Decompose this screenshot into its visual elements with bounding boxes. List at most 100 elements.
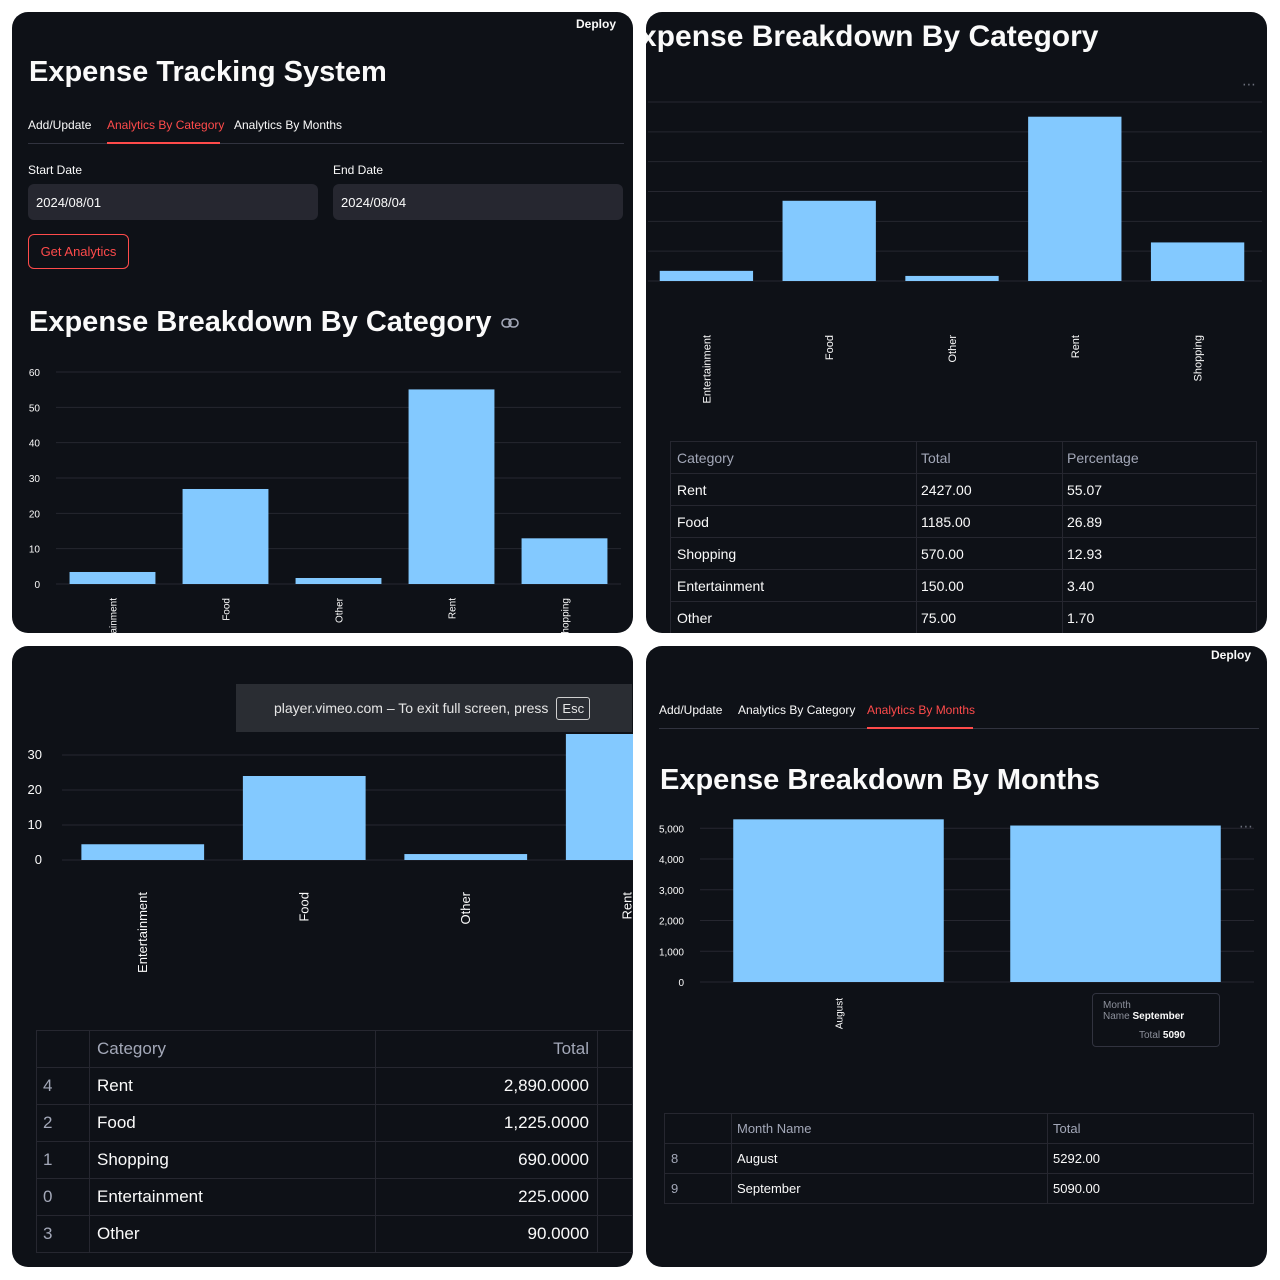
y-tick-label: 0 <box>35 852 42 867</box>
bar-rent[interactable] <box>565 734 633 860</box>
tab-analytics-by-category[interactable]: Analytics By Category <box>107 118 224 132</box>
cell-category: Other <box>89 1215 376 1253</box>
start-date-label: Start Date <box>28 163 83 177</box>
cell-spacer <box>597 1104 633 1142</box>
column-header-month-name[interactable]: Month Name <box>731 1113 1048 1144</box>
y-tick-label: 0 <box>678 978 684 989</box>
bar-other[interactable] <box>295 577 382 584</box>
table-row[interactable]: Shopping 570.00 12.93 <box>670 537 1257 570</box>
table-row[interactable]: 8 August 5292.00 <box>664 1143 1254 1174</box>
y-tick-label: 30 <box>29 474 41 485</box>
cell-index: 8 <box>664 1143 732 1174</box>
category-total-table: Category Total 4 Rent 2,890.0000 2 Food … <box>36 1030 633 1253</box>
bar-entertainment[interactable] <box>69 571 156 584</box>
table-row[interactable]: Entertainment 150.00 3.40 <box>670 569 1257 602</box>
table-row[interactable]: 2 Food 1,225.0000 <box>36 1104 633 1142</box>
column-header-category[interactable]: Category <box>670 441 917 474</box>
bar-food[interactable] <box>182 488 269 584</box>
bar-septe[interactable] <box>1010 825 1221 982</box>
cell-total: 150.00 <box>916 569 1063 602</box>
table-row[interactable]: 4 Rent 2,890.0000 <box>36 1067 633 1105</box>
section-title: Expense Breakdown By Months <box>660 764 1100 796</box>
table-row[interactable]: Food 1185.00 26.89 <box>670 505 1257 538</box>
column-header-total[interactable]: Total <box>916 441 1063 474</box>
cell-category: Entertainment <box>89 1178 376 1216</box>
tab-analytics-by-months[interactable]: Analytics By Months <box>234 118 342 132</box>
column-header-percentage[interactable]: Percentage <box>1062 441 1257 474</box>
bar-shopping[interactable] <box>1150 242 1245 281</box>
table-row[interactable]: Rent 2427.00 55.07 <box>670 473 1257 506</box>
table-row[interactable]: 3 Other 90.0000 <box>36 1215 633 1253</box>
cell-total: 75.00 <box>916 601 1063 633</box>
panel-category-fullscreen: 0 10 20 30 Entertainment Food Other Rent player… <box>12 646 633 1267</box>
y-tick-label: 10 <box>28 817 42 832</box>
bar-other[interactable] <box>404 854 528 860</box>
x-tick-label: Rent <box>1070 335 1082 358</box>
start-date-input[interactable] <box>28 184 318 220</box>
tooltip-key-total: Total <box>1139 1030 1161 1041</box>
category-bar-chart-fullscreen: 0 10 20 30 Entertainment Food Other Rent <box>28 734 633 973</box>
table-row[interactable]: 1 Shopping 690.0000 <box>36 1141 633 1179</box>
y-tick-label: 1,000 <box>659 947 684 958</box>
y-tick-label: 2,000 <box>659 917 684 928</box>
y-tick-label: 4,000 <box>659 855 684 866</box>
bar-rent[interactable] <box>1028 116 1122 282</box>
x-tick-label: Entertainment <box>701 335 713 403</box>
bar-entertainment[interactable] <box>81 844 205 860</box>
x-tick-label: Rent <box>448 598 459 619</box>
cell-total: 90.0000 <box>375 1215 598 1253</box>
link-icon[interactable] <box>501 317 519 329</box>
tab-analytics-by-months[interactable]: Analytics By Months <box>867 703 975 717</box>
cell-percentage: 12.93 <box>1062 537 1257 570</box>
esc-key-icon: Esc <box>556 696 591 720</box>
bar-rent[interactable] <box>408 389 495 584</box>
bar-august[interactable] <box>733 819 944 982</box>
cell-month-name: August <box>731 1143 1048 1174</box>
fullscreen-toast: player.vimeo.com – To exit full screen, … <box>236 684 632 732</box>
table-row[interactable]: 0 Entertainment 225.0000 <box>36 1178 633 1216</box>
cell-index: 0 <box>36 1178 90 1216</box>
cell-month-name: September <box>731 1173 1048 1204</box>
deploy-button[interactable]: Deploy <box>1211 648 1251 662</box>
category-bar-chart: 0 10 20 30 40 50 60 Entertainment Food Other Rent S… <box>29 368 621 633</box>
cell-index: 2 <box>36 1104 90 1142</box>
table-header-row: Category Total <box>36 1030 633 1068</box>
cell-total: 5292.00 <box>1047 1143 1254 1174</box>
deploy-button[interactable]: Deploy <box>576 17 616 31</box>
more-options-icon[interactable]: ⋯ <box>1242 76 1257 93</box>
cell-spacer <box>597 1141 633 1179</box>
tab-add-update[interactable]: Add/Update <box>659 703 722 717</box>
cell-category: Food <box>89 1104 376 1142</box>
end-date-label: End Date <box>333 163 384 177</box>
table-row[interactable]: Other 75.00 1.70 <box>670 601 1257 633</box>
cell-index: 4 <box>36 1067 90 1105</box>
bar-shopping[interactable] <box>521 538 608 584</box>
toast-message: player.vimeo.com – To exit full screen, … <box>274 700 549 716</box>
column-spacer <box>597 1030 633 1068</box>
app-title: Expense Tracking System <box>29 56 387 88</box>
bar-other[interactable] <box>905 275 999 281</box>
panel-category-analytics: Deploy Expense Tracking System Add/Updat… <box>12 12 633 633</box>
end-date-input[interactable] <box>333 184 623 220</box>
active-tab-indicator <box>107 142 220 144</box>
bar-entertainment[interactable] <box>659 270 754 281</box>
y-tick-label: 0 <box>34 580 40 591</box>
tab-add-update[interactable]: Add/Update <box>28 118 91 132</box>
section-title-partial: xpense Breakdown By Category <box>646 20 1099 53</box>
tab-analytics-by-category[interactable]: Analytics By Category <box>738 703 855 717</box>
cell-index: 3 <box>36 1215 90 1253</box>
bar-food[interactable] <box>782 200 876 281</box>
table-row[interactable]: 9 September 5090.00 <box>664 1173 1254 1204</box>
column-header-index <box>36 1030 90 1068</box>
cell-category: Shopping <box>89 1141 376 1179</box>
get-analytics-button[interactable]: Get Analytics <box>28 234 129 269</box>
column-header-total[interactable]: Total <box>375 1030 598 1068</box>
column-header-category[interactable]: Category <box>89 1030 376 1068</box>
y-tick-label: 3,000 <box>659 886 684 897</box>
column-header-total[interactable]: Total <box>1047 1113 1254 1144</box>
y-tick-label: 10 <box>29 545 41 556</box>
tooltip-key-month: Month Name <box>1103 1000 1131 1022</box>
x-tick-label: Food <box>824 335 836 360</box>
bar-food[interactable] <box>242 776 366 860</box>
cell-total: 2427.00 <box>916 473 1063 506</box>
